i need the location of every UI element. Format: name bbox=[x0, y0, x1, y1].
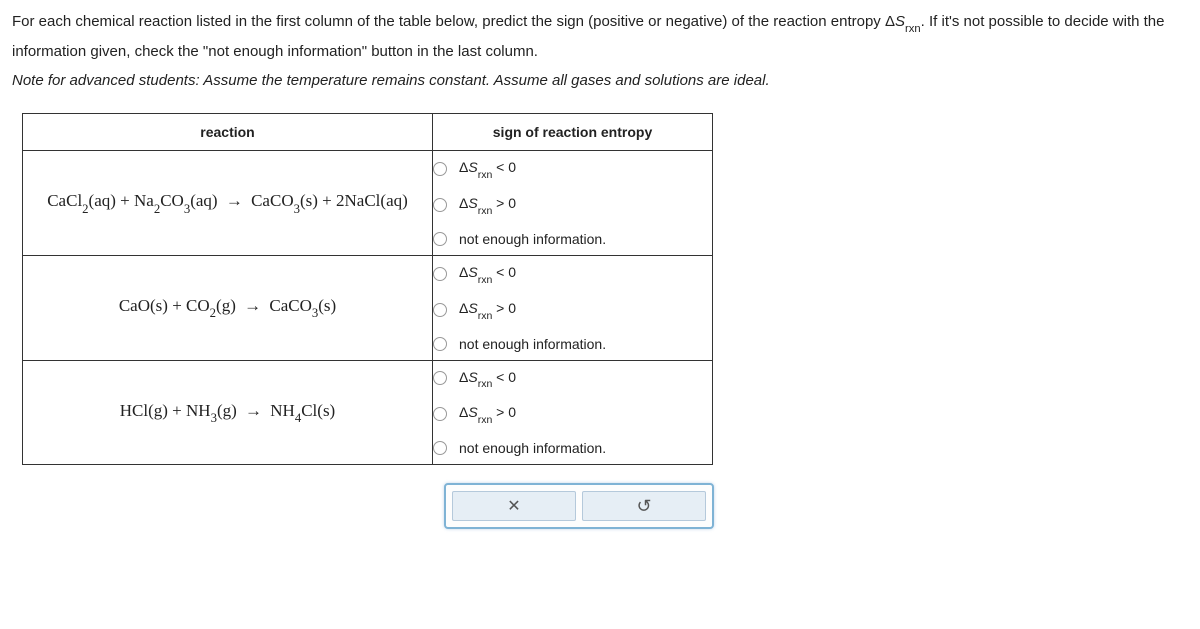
reset-button[interactable]: ↺ bbox=[582, 491, 706, 521]
control-bar: ✕ ↺ bbox=[444, 483, 714, 529]
option-label: ΔSrxn < 0 bbox=[459, 264, 516, 284]
reaction-1: CaCl2(aq) + Na2CO3(aq) → CaCO3(s) + 2NaC… bbox=[23, 151, 433, 256]
option-label: ΔSrxn > 0 bbox=[459, 300, 516, 320]
radio-icon[interactable] bbox=[433, 441, 447, 455]
option-label: not enough information. bbox=[459, 231, 606, 247]
reaction-table: reaction sign of reaction entropy CaCl2(… bbox=[22, 113, 713, 465]
option-gt[interactable]: ΔSrxn > 0 bbox=[433, 396, 712, 432]
radio-icon[interactable] bbox=[433, 371, 447, 385]
option-label: ΔSrxn < 0 bbox=[459, 369, 516, 389]
note-label: Note for advanced students: bbox=[12, 72, 200, 89]
option-gt[interactable]: ΔSrxn > 0 bbox=[433, 187, 712, 223]
option-nei[interactable]: not enough information. bbox=[433, 432, 712, 464]
reset-icon: ↺ bbox=[636, 497, 651, 515]
reaction-3: HCl(g) + NH3(g) → NH4Cl(s) bbox=[23, 360, 433, 465]
instructions: For each chemical reaction listed in the… bbox=[12, 8, 1188, 95]
radio-icon[interactable] bbox=[433, 267, 447, 281]
option-nei[interactable]: not enough information. bbox=[433, 328, 712, 360]
radio-icon[interactable] bbox=[433, 407, 447, 421]
radio-icon[interactable] bbox=[433, 162, 447, 176]
header-reaction: reaction bbox=[23, 114, 433, 151]
option-lt[interactable]: ΔSrxn < 0 bbox=[433, 361, 712, 397]
reaction-2: CaO(s) + CO2(g) → CaCO3(s) bbox=[23, 255, 433, 360]
clear-button[interactable]: ✕ bbox=[452, 491, 576, 521]
option-label: not enough information. bbox=[459, 440, 606, 456]
delta-s-symbol: ΔSrxn bbox=[885, 13, 921, 30]
option-gt[interactable]: ΔSrxn > 0 bbox=[433, 292, 712, 328]
option-label: ΔSrxn > 0 bbox=[459, 195, 516, 215]
options-2: ΔSrxn < 0 ΔSrxn > 0 not enough informati… bbox=[433, 255, 713, 360]
option-label: not enough information. bbox=[459, 336, 606, 352]
note-text: Assume the temperature remains constant.… bbox=[200, 72, 770, 89]
option-lt[interactable]: ΔSrxn < 0 bbox=[433, 151, 712, 187]
table-row: CaO(s) + CO2(g) → CaCO3(s) ΔSrxn < 0 ΔSr… bbox=[23, 255, 713, 360]
option-nei[interactable]: not enough information. bbox=[433, 223, 712, 255]
option-lt[interactable]: ΔSrxn < 0 bbox=[433, 256, 712, 292]
note-line: Note for advanced students: Assume the t… bbox=[12, 72, 770, 89]
table-row: HCl(g) + NH3(g) → NH4Cl(s) ΔSrxn < 0 ΔSr… bbox=[23, 360, 713, 465]
radio-icon[interactable] bbox=[433, 198, 447, 212]
radio-icon[interactable] bbox=[433, 337, 447, 351]
option-label: ΔSrxn < 0 bbox=[459, 159, 516, 179]
table-row: CaCl2(aq) + Na2CO3(aq) → CaCO3(s) + 2NaC… bbox=[23, 151, 713, 256]
option-label: ΔSrxn > 0 bbox=[459, 404, 516, 424]
radio-icon[interactable] bbox=[433, 303, 447, 317]
close-icon: ✕ bbox=[507, 496, 520, 516]
options-1: ΔSrxn < 0 ΔSrxn > 0 not enough informati… bbox=[433, 151, 713, 256]
intro-part1: For each chemical reaction listed in the… bbox=[12, 13, 885, 30]
header-sign: sign of reaction entropy bbox=[433, 114, 713, 151]
options-3: ΔSrxn < 0 ΔSrxn > 0 not enough informati… bbox=[433, 360, 713, 465]
radio-icon[interactable] bbox=[433, 232, 447, 246]
